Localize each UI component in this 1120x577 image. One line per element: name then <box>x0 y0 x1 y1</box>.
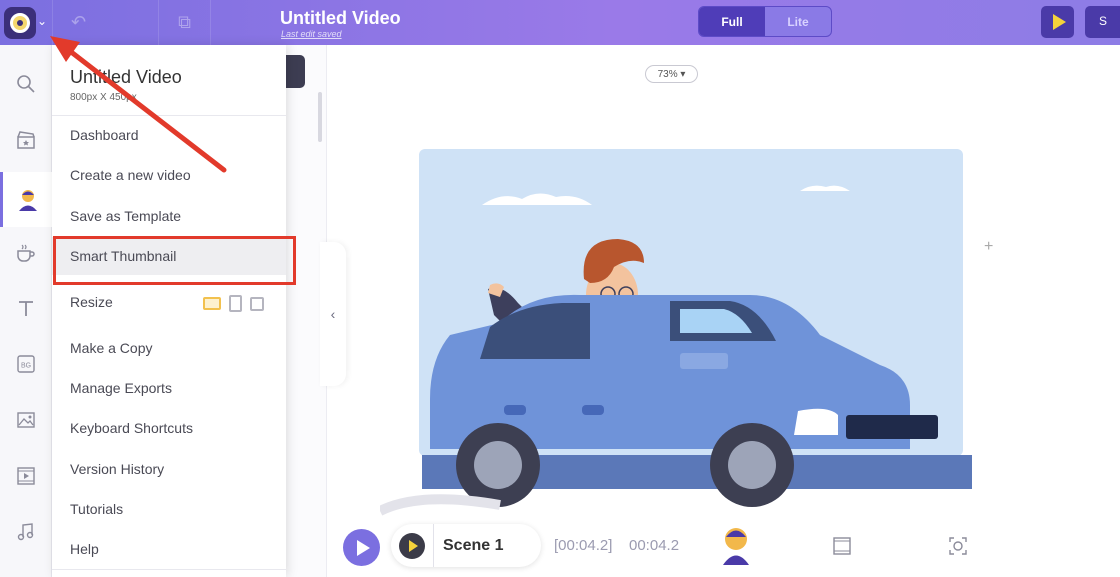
mode-full-button[interactable]: Full <box>699 7 765 36</box>
copy-icon[interactable]: ⧉ <box>158 0 210 45</box>
mode-lite-button[interactable]: Lite <box>765 7 831 36</box>
resize-options <box>203 295 264 312</box>
menu-video-title: Untitled Video <box>70 67 182 87</box>
camera-focus-icon[interactable] <box>948 536 968 561</box>
portrait-ratio-icon[interactable] <box>229 295 242 312</box>
character-icon[interactable] <box>720 526 752 571</box>
zoom-dropdown[interactable]: 73% ▾ <box>645 65 698 83</box>
menu-item-tutorials[interactable]: Tutorials <box>52 490 286 528</box>
mode-toggle[interactable]: Full Lite <box>698 6 832 37</box>
scene-divider <box>433 524 434 567</box>
coffee-cup-icon[interactable] <box>0 228 52 278</box>
last-edit-status[interactable]: Last edit saved <box>281 29 342 39</box>
save-button[interactable]: S <box>1085 6 1120 38</box>
menu-item-keyboard-shortcuts[interactable]: Keyboard Shortcuts <box>52 409 286 447</box>
menu-video-dimensions: 800px X 450px <box>70 92 137 103</box>
menu-item-create-new-video[interactable]: Create a new video <box>52 156 286 194</box>
background-icon[interactable]: BG <box>0 339 52 389</box>
chevron-left-icon: ‹ <box>330 306 336 322</box>
svg-text:BG: BG <box>21 363 31 370</box>
landscape-ratio-icon[interactable] <box>203 297 221 310</box>
panel-scrollbar[interactable] <box>318 92 322 142</box>
zoom-value: 73% <box>657 68 678 80</box>
menu-item-version-history[interactable]: Version History <box>52 450 286 488</box>
undo-icon[interactable]: ↶ <box>52 0 104 45</box>
panel-tab[interactable] <box>286 55 305 88</box>
character-icon[interactable] <box>0 172 52 227</box>
menu-item-manage-exports[interactable]: Manage Exports <box>52 369 286 407</box>
preview-play-button[interactable] <box>1041 6 1074 38</box>
toolbar-divider <box>210 0 220 45</box>
menu-header: Untitled Video 800px X 450px <box>52 45 286 116</box>
scene-label: Scene 1 <box>443 536 504 554</box>
scene-canvas[interactable] <box>380 149 1000 519</box>
text-icon[interactable] <box>0 283 52 333</box>
top-bar: ⌄ ↶ ⧉ Untitled Video Last edit saved Ful… <box>0 0 1120 45</box>
menu-item-resize[interactable]: Resize <box>52 283 286 321</box>
app-logo-icon[interactable] <box>4 7 36 39</box>
clapperboard-icon[interactable] <box>0 115 52 165</box>
search-icon[interactable] <box>0 59 52 109</box>
image-icon[interactable] <box>0 395 52 445</box>
chevron-down-icon[interactable]: ⌄ <box>37 14 47 28</box>
scene-play-button[interactable] <box>399 532 425 559</box>
scene-time-bracket: [00:04.2] <box>554 537 613 554</box>
music-icon[interactable] <box>0 507 52 557</box>
play-all-button[interactable] <box>343 529 380 566</box>
menu-item-help[interactable]: Help <box>52 530 286 568</box>
menu-item-dashboard[interactable]: Dashboard <box>52 116 286 154</box>
menu-divider <box>52 569 286 570</box>
scene-selector[interactable]: Scene 1 <box>391 524 541 567</box>
app-menu: Untitled Video 800px X 450px Dashboard C… <box>52 45 286 577</box>
left-toolbar: BG <box>0 45 52 577</box>
scene-time-total: 00:04.2 <box>629 537 680 554</box>
collapse-panel-button[interactable]: ‹ <box>320 242 346 386</box>
square-ratio-icon[interactable] <box>250 296 264 311</box>
highlight-box-annotation <box>53 236 296 285</box>
video-icon[interactable] <box>0 451 52 501</box>
menu-item-resize-label: Resize <box>70 294 113 310</box>
video-title[interactable]: Untitled Video <box>280 8 401 29</box>
video-icon[interactable] <box>832 536 852 561</box>
menu-item-make-a-copy[interactable]: Make a Copy <box>52 329 286 367</box>
menu-item-save-as-template[interactable]: Save as Template <box>52 197 286 235</box>
